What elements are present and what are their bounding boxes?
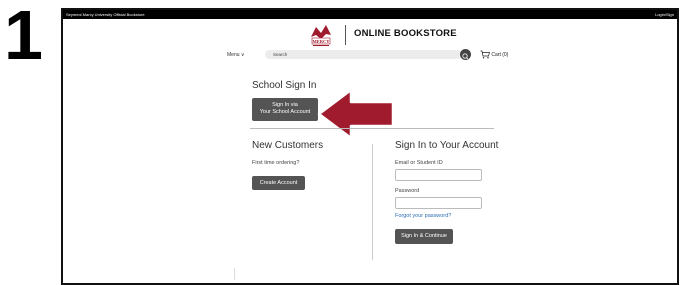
search-placeholder: Search	[273, 52, 288, 57]
email-field[interactable]	[395, 169, 482, 181]
footer-divider	[234, 268, 235, 280]
create-account-button[interactable]: Create Account	[252, 176, 305, 190]
school-sign-in-heading: School Sign In	[252, 80, 317, 91]
column-divider	[372, 144, 373, 260]
first-time-text: First time ordering?	[252, 160, 300, 166]
bookstore-title: ONLINE BOOKSTORE	[354, 28, 457, 39]
cart-label: Cart (0)	[491, 51, 509, 58]
browser-screenshot: Seymeol Marcy University Official Bookst…	[61, 8, 679, 285]
section-divider	[250, 128, 494, 129]
forgot-password-link[interactable]: Forgot your password?	[395, 213, 451, 219]
mercy-logo-icon[interactable]: MERCY	[308, 23, 334, 48]
password-field[interactable]	[395, 197, 482, 209]
menu-button[interactable]: Menu ∨	[227, 52, 245, 58]
cart-icon	[480, 50, 490, 59]
top-bar-site-name: Seymeol Marcy University Official Bookst…	[66, 12, 145, 17]
school-button-line1: Sign In via	[272, 102, 298, 108]
new-customers-heading: New Customers	[252, 140, 324, 151]
search-input[interactable]: Search	[265, 50, 462, 59]
search-button[interactable]	[460, 49, 471, 60]
password-label: Password	[395, 188, 420, 194]
login-link[interactable]: Login/Sign	[655, 10, 674, 19]
step-number: 1	[4, 0, 43, 74]
school-button-line2: Your School Account	[259, 109, 311, 115]
email-label: Email or Student ID	[395, 160, 443, 166]
sign-in-heading: Sign In to Your Account	[395, 140, 499, 151]
brand-divider	[345, 25, 346, 45]
arrow-pointer-icon	[317, 88, 395, 140]
search-icon	[462, 53, 469, 60]
cart-link[interactable]: Cart (0)	[480, 50, 508, 59]
sign-in-continue-button[interactable]: Sign In & Continue	[395, 229, 453, 244]
school-sign-in-button[interactable]: Sign In via Your School Account	[252, 98, 318, 121]
logo-wordmark: MERCY	[313, 39, 331, 44]
top-bar: Seymeol Marcy University Official Bookst…	[63, 10, 677, 19]
